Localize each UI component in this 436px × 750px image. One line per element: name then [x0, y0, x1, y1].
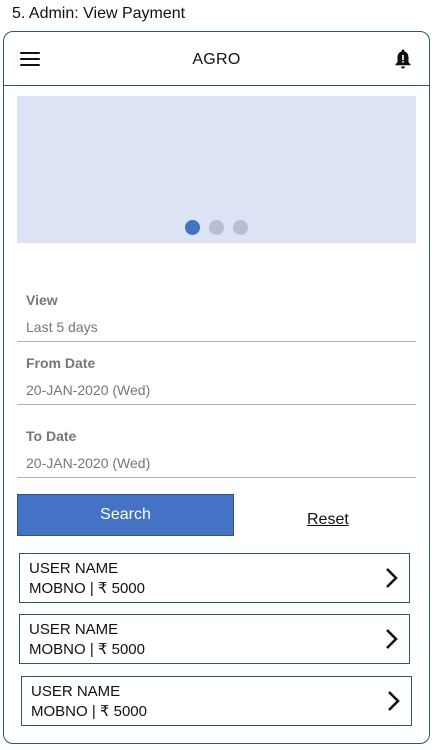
to-date-value[interactable]: 20-JAN-2020 (Wed) — [26, 455, 150, 471]
to-date-label: To Date — [26, 428, 77, 444]
payment-details: MOBNO | ₹ 5000 — [29, 641, 145, 658]
payment-list-item[interactable]: USER NAME MOBNO | ₹ 5000 — [19, 553, 410, 603]
chevron-right-icon — [388, 691, 400, 711]
view-label: View — [26, 292, 58, 308]
payment-user-name: USER NAME — [29, 560, 119, 577]
payment-details: MOBNO | ₹ 5000 — [29, 580, 145, 597]
from-date-label: From Date — [26, 355, 96, 371]
bell-icon[interactable] — [393, 48, 413, 70]
carousel-indicators — [17, 220, 416, 235]
search-button[interactable]: Search — [17, 494, 234, 536]
app-title: AGRO — [192, 51, 241, 68]
carousel-dot-2[interactable] — [209, 220, 224, 235]
payment-user-name: USER NAME — [29, 621, 119, 638]
reset-link[interactable]: Reset — [307, 511, 349, 529]
page-caption: 5. Admin: View Payment — [12, 5, 186, 22]
payment-list-item[interactable]: USER NAME MOBNO | ₹ 5000 — [21, 676, 412, 726]
to-date-field[interactable]: To Date 20-JAN-2020 (Wed) — [17, 418, 416, 478]
view-field[interactable]: View Last 5 days — [17, 282, 416, 342]
app-bar: AGRO — [4, 32, 429, 86]
payment-user-name: USER NAME — [31, 683, 121, 700]
from-date-field[interactable]: From Date 20-JAN-2020 (Wed) — [17, 345, 416, 405]
payment-details: MOBNO | ₹ 5000 — [31, 703, 147, 720]
view-value[interactable]: Last 5 days — [26, 319, 98, 335]
chevron-right-icon — [386, 568, 398, 588]
phone-frame: AGRO View Last 5 days From Date 20-JAN-2… — [3, 31, 430, 744]
from-date-value[interactable]: 20-JAN-2020 (Wed) — [26, 382, 150, 398]
chevron-right-icon — [386, 629, 398, 649]
carousel-dot-3[interactable] — [233, 220, 248, 235]
image-carousel[interactable] — [17, 96, 416, 243]
payment-list-item[interactable]: USER NAME MOBNO | ₹ 5000 — [19, 614, 410, 664]
carousel-dot-1[interactable] — [185, 220, 200, 235]
